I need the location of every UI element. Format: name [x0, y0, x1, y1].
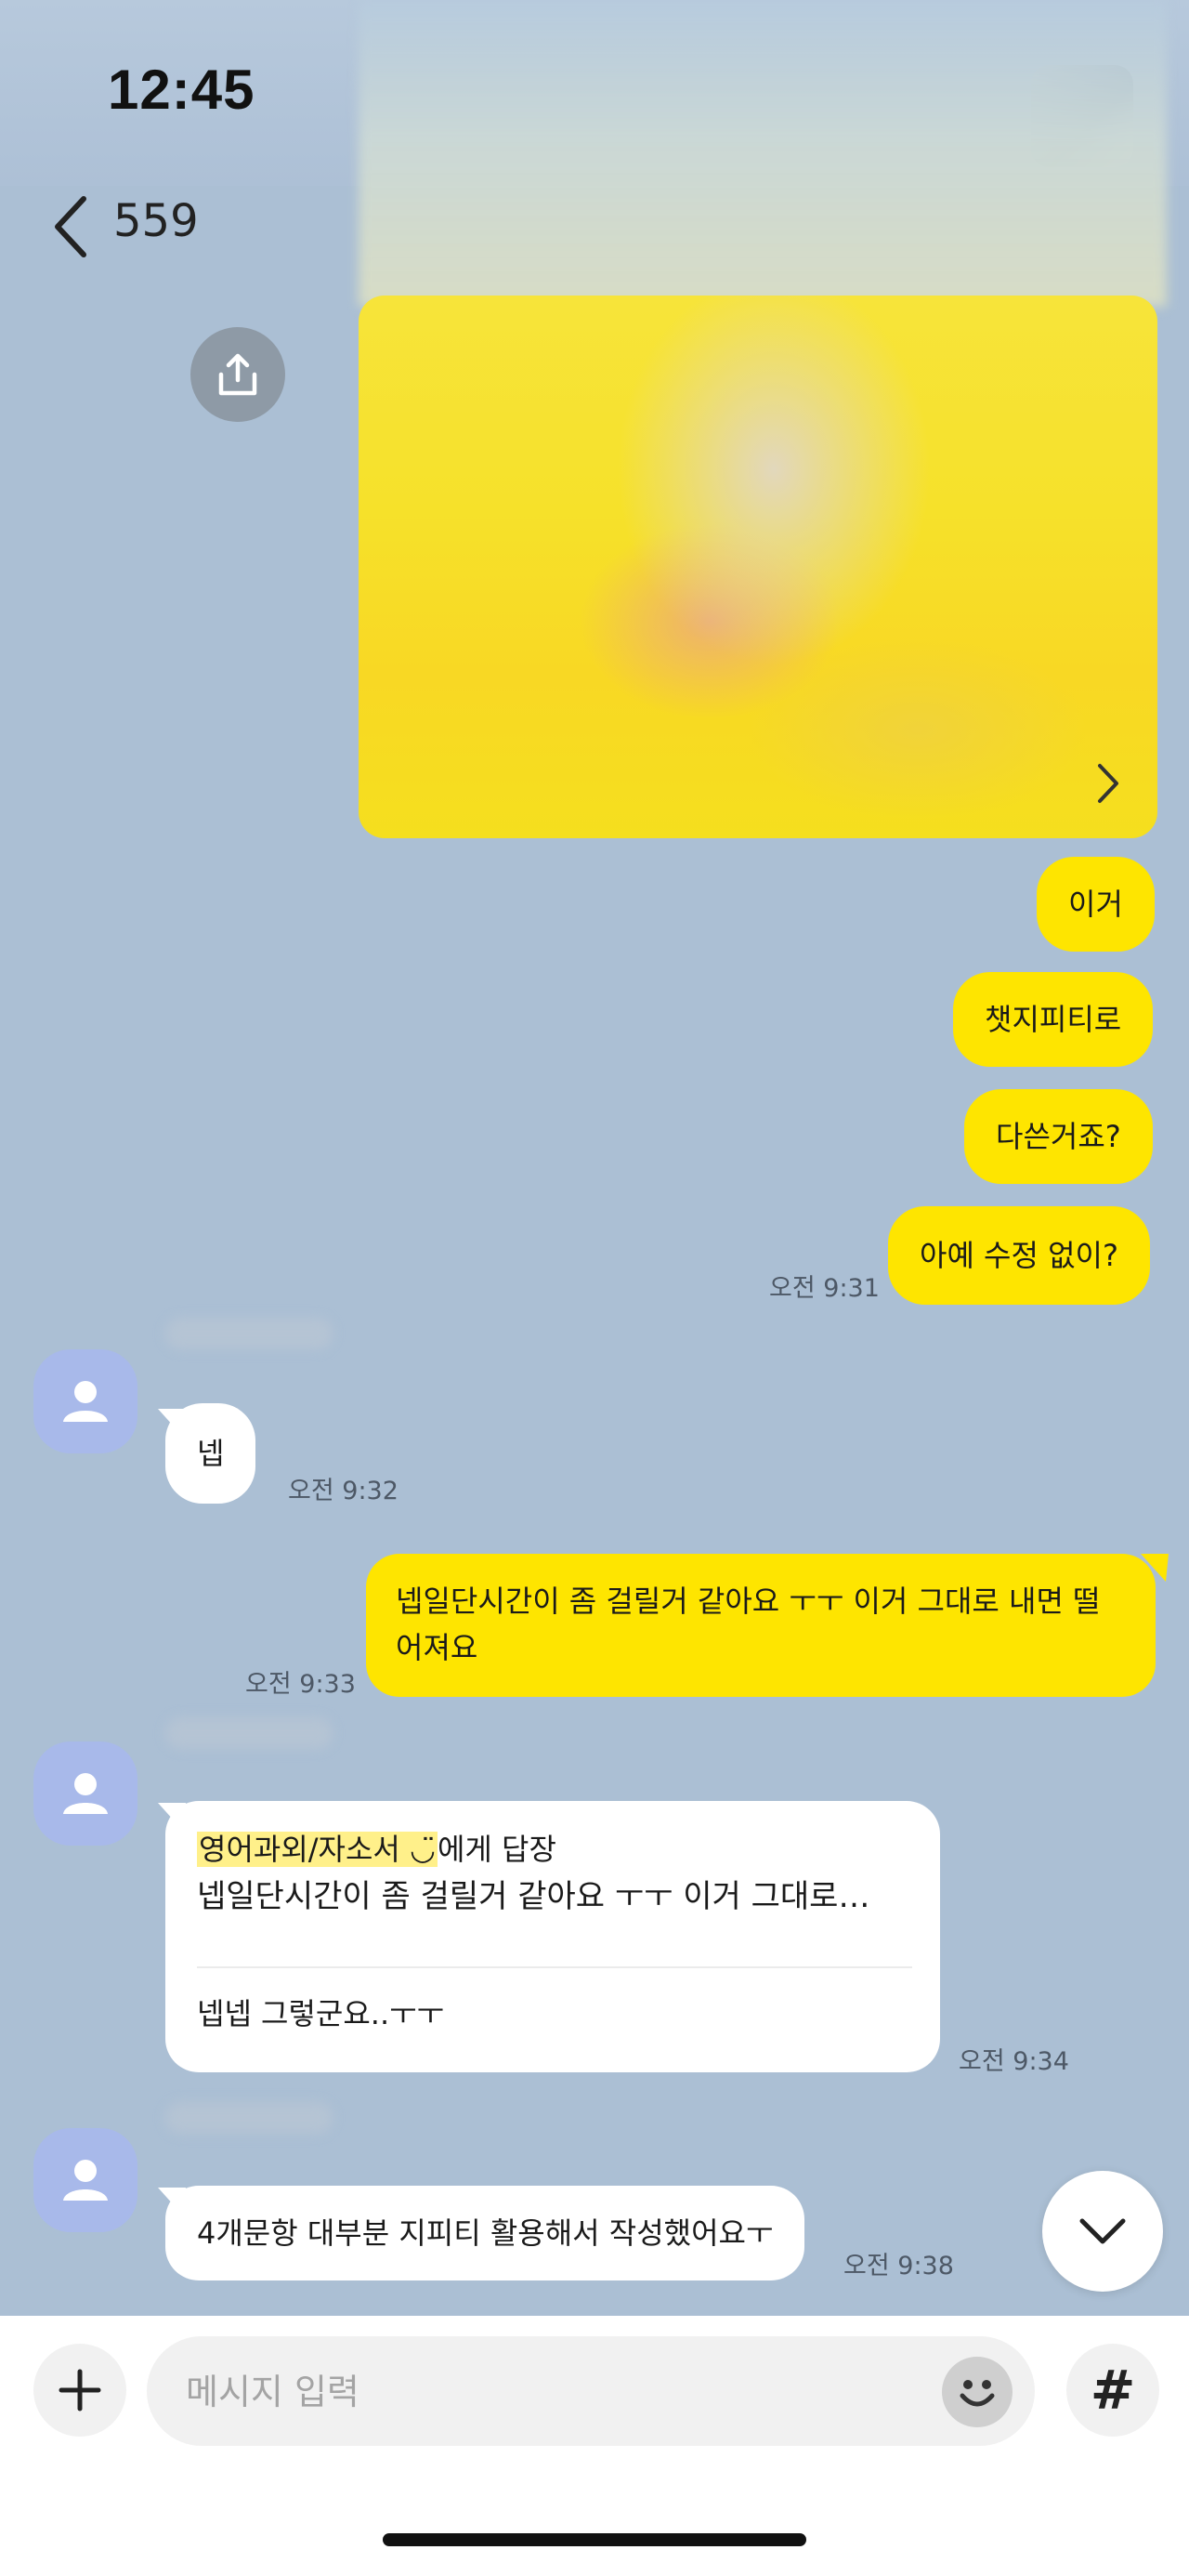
my-message-bubble[interactable]: 챗지피티로: [953, 972, 1154, 1067]
reply-suffix: 에게 답장: [437, 1832, 556, 1867]
my-message-bubble[interactable]: 넵일단시간이 좀 걸릴거 같아요 ㅜㅜ 이거 그대로 내면 떨 어져요: [366, 1554, 1156, 1697]
sender-name: [165, 1318, 333, 1349]
message-timestamp: 오전 9:32: [288, 1477, 399, 1505]
person-icon: [63, 1773, 108, 1814]
attach-button[interactable]: [33, 2344, 126, 2437]
status-time: 12:45: [108, 59, 255, 121]
person-icon: [63, 1381, 108, 1422]
message-input[interactable]: [184, 2336, 894, 2448]
message-text: 다쓴거죠?: [996, 1119, 1121, 1154]
chevron-down-icon: [1079, 2218, 1126, 2244]
message-timestamp: 오전 9:38: [843, 2252, 954, 2280]
my-message-bubble[interactable]: 다쓴거죠?: [964, 1089, 1153, 1184]
sender-avatar[interactable]: [33, 1349, 137, 1453]
emoji-icon: [960, 2380, 995, 2407]
reply-message-bubble[interactable]: 영어과외/자소서 ◡̈에게 답장 넵일단시간이 좀 걸릴거 같아요 ㅜㅜ 이거 …: [165, 1801, 940, 2072]
plus-icon: [59, 2369, 101, 2412]
person-icon: [63, 2160, 108, 2201]
scroll-to-bottom-button[interactable]: [1042, 2171, 1163, 2292]
message-timestamp: 오전 9:31: [769, 1274, 880, 1303]
message-text: 넵: [197, 1436, 225, 1471]
hashtag-search-button[interactable]: #: [1066, 2344, 1159, 2437]
message-timestamp: 오전 9:34: [959, 2047, 1069, 2076]
message-text-line: 넵일단시간이 좀 걸릴거 같아요 ㅜㅜ 이거 그대로 내면 떨: [396, 1584, 1101, 1619]
my-message-bubble[interactable]: 아예 수정 없이?: [888, 1206, 1150, 1305]
sender-avatar[interactable]: [33, 2128, 137, 2232]
reply-divider: [197, 1966, 912, 1968]
message-text-line: 어져요: [396, 1630, 478, 1665]
chat-room-title[interactable]: 559: [113, 195, 199, 247]
sender-name: [165, 2102, 333, 2134]
share-button[interactable]: [190, 327, 285, 422]
emoji-button[interactable]: [942, 2357, 1013, 2427]
my-message-bubble[interactable]: 이거: [1037, 857, 1155, 952]
message-field[interactable]: [147, 2336, 1035, 2448]
their-message-bubble[interactable]: 4개문항 대부분 지피티 활용해서 작성했어요ㅜ: [165, 2186, 805, 2280]
sender-name: [165, 1717, 333, 1749]
photo-message[interactable]: [359, 296, 1157, 838]
photo-blur-top: [359, 0, 1167, 307]
message-text: 넵넵 그렇군요..ㅜㅜ: [197, 1996, 445, 2031]
message-text: 이거: [1068, 887, 1123, 922]
reply-quoted-text[interactable]: 넵일단시간이 좀 걸릴거 같아요 ㅜㅜ 이거 그대로…: [197, 1875, 921, 1918]
back-chevron-icon[interactable]: [48, 193, 93, 260]
sender-avatar[interactable]: [33, 1741, 137, 1846]
message-text: 챗지피티로: [985, 1002, 1122, 1037]
reply-target-name: 영어과외/자소서 ◡̈: [197, 1832, 438, 1867]
home-indicator[interactable]: [383, 2533, 806, 2546]
share-icon: [218, 353, 257, 396]
reply-header: 영어과외/자소서 ◡̈에게 답장: [197, 1829, 556, 1870]
message-text: 아예 수정 없이?: [920, 1238, 1118, 1273]
their-message-bubble[interactable]: 넵: [165, 1403, 256, 1504]
chevron-right-icon[interactable]: [1094, 760, 1122, 807]
message-text: 4개문항 대부분 지피티 활용해서 작성했어요ㅜ: [197, 2215, 774, 2251]
hash-label: #: [1090, 2359, 1136, 2422]
message-timestamp: 오전 9:33: [245, 1670, 356, 1699]
